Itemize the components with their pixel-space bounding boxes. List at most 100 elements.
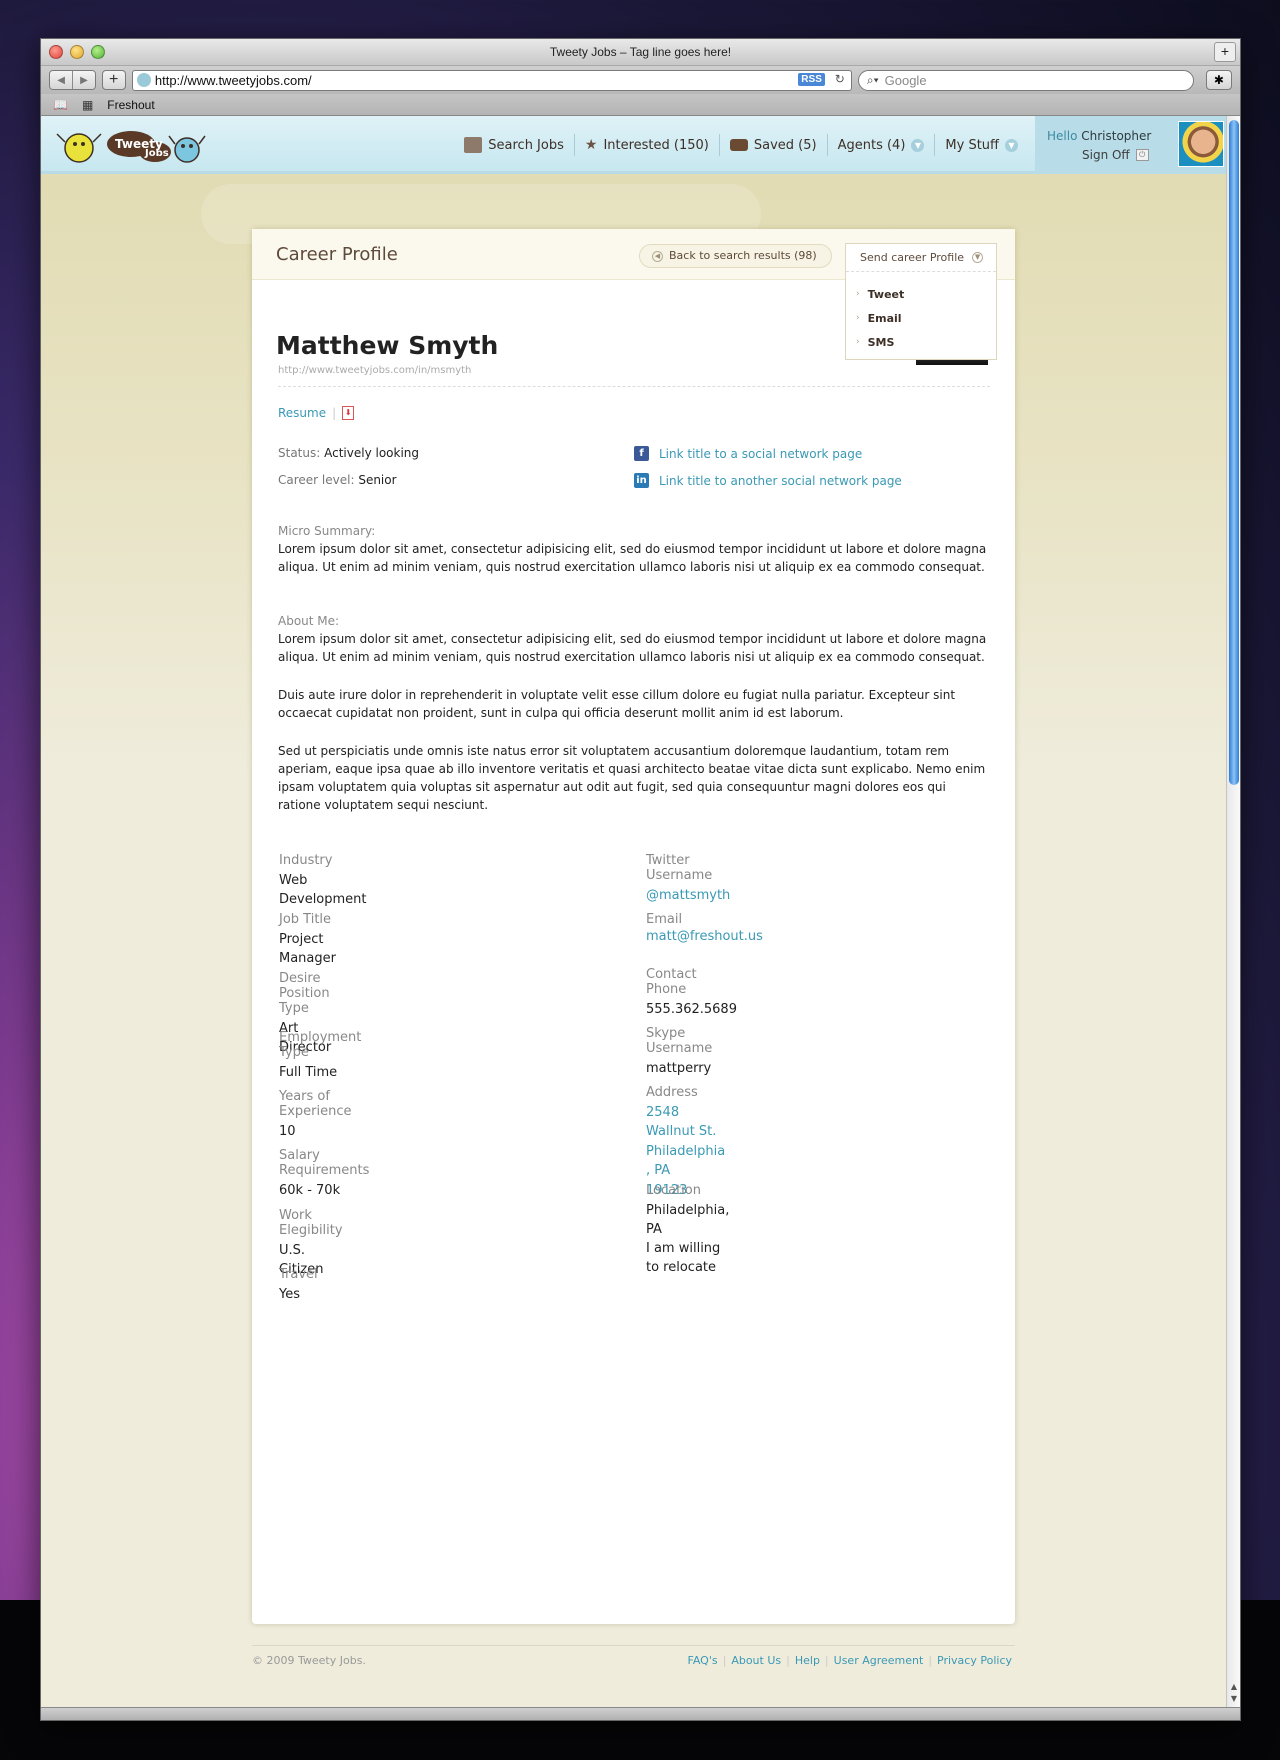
send-option-tweet[interactable]: › Tweet [856,282,996,306]
about-paragraph: Sed ut perspiciatis unde omnis iste natu… [278,744,986,812]
rss-button[interactable]: RSS [798,72,825,86]
about-paragraph: Duis aute irure dolor in reprehenderit i… [278,688,956,720]
field-label: Job Title [279,912,332,927]
grid-icon[interactable]: ▦ [82,98,93,112]
nav-saved[interactable]: Saved (5) [720,134,828,156]
separator: | [722,1654,727,1667]
nav-interested[interactable]: ★ Interested (150) [575,134,720,156]
footer-link-faq[interactable]: FAQ's [688,1654,718,1667]
close-window-button[interactable] [49,45,63,59]
zoom-window-button[interactable] [91,45,105,59]
send-option-label: SMS [867,335,895,349]
status-bar [41,1707,1240,1720]
status-row: Status: Actively looking [278,446,419,460]
field-value: Full Time [279,1065,338,1080]
star-icon: ★ [584,137,598,153]
social-link-2[interactable]: in Link title to another social network … [634,473,902,488]
scrollbar-thumb[interactable] [1229,120,1239,785]
send-profile-button[interactable]: Send career Profile ▼ [846,244,996,272]
field-label: Email [646,912,683,927]
chevron-right-icon: › [856,337,860,347]
back-arrow-icon[interactable]: ◀ [50,71,73,89]
field-label: Skype Username [646,1026,713,1056]
footer-link-help[interactable]: Help [795,1654,820,1667]
twitter-link[interactable]: @mattsmyth [646,886,730,905]
separator: | [786,1654,790,1667]
bug-report-button[interactable]: ✱ [1205,70,1232,90]
main-nav: Search Jobs ★ Interested (150) Saved (5)… [454,116,1028,174]
footer-link-agreement[interactable]: User Agreement [834,1654,924,1667]
field-label: Industry [279,853,333,868]
address-bar[interactable]: http://www.tweetyjobs.com/ RSS ↻ [131,69,852,91]
reload-icon[interactable]: ↻ [835,72,845,86]
window-title: Tweety Jobs – Tag line goes here! [549,45,732,59]
address-line-2[interactable]: Philadelphia , PA [646,1142,725,1180]
footer-link-about[interactable]: About Us [731,1654,781,1667]
greeting-hello: Hello [1047,129,1078,143]
book-icon[interactable]: 📖 [53,98,68,112]
minimize-window-button[interactable] [70,45,84,59]
chevron-right-icon: › [856,289,860,299]
career-level-row: Career level: Senior [278,473,397,487]
send-option-email[interactable]: › Email [856,306,996,330]
send-option-sms[interactable]: › SMS [856,330,996,354]
vertical-scrollbar[interactable]: ▲ ▼ [1226,116,1240,1709]
nav-label: Saved (5) [753,137,817,153]
field-label: Location [646,1183,701,1198]
pdf-icon[interactable]: ⬇ [342,406,355,420]
send-options: › Tweet › Email › SMS [846,272,996,354]
tweety-jobs-logo[interactable]: Tweety Jobs [51,122,211,170]
nav-label: Interested (150) [603,137,709,153]
new-tab-button[interactable]: + [1214,42,1236,62]
profile-name: Matthew Smyth [276,331,499,360]
avatar[interactable] [1178,121,1224,167]
separator: | [332,406,337,420]
career-profile-card: Career Profile ◀ Back to search results … [252,229,1015,1624]
email-link[interactable]: matt@freshout.us [646,927,763,946]
field-label: Salary Requirements [279,1148,370,1178]
resume-link[interactable]: Resume [278,406,326,420]
chevron-down-icon[interactable]: ▼ [911,138,925,152]
copyright: © 2009 Tweety Jobs. [252,1654,366,1667]
micro-summary-label: Micro Summary: [278,524,376,538]
separator: | [928,1654,933,1667]
career-level-label: Career level: [278,473,355,487]
footer-link-privacy[interactable]: Privacy Policy [937,1654,1012,1667]
scroll-arrows[interactable]: ▲ ▼ [1227,1681,1240,1705]
site-favicon-icon [136,73,151,87]
user-name[interactable]: Christopher [1081,129,1151,143]
back-to-results-button[interactable]: ◀ Back to search results (98) [639,244,832,268]
bag-icon [729,139,748,151]
field-industry: Industry Web Development [279,853,367,909]
sign-off-label: Sign Off [1082,148,1130,162]
chevron-down-icon[interactable]: ▼ [1005,138,1018,152]
add-bookmark-button[interactable]: + [101,70,126,90]
address-line-1[interactable]: 2548 Wallnut St. [646,1103,725,1141]
field-location: Location Philadelphia, PA I am willing t… [646,1183,729,1277]
browser-toolbar: ◀ ▶ + http://www.tweetyjobs.com/ RSS ↻ ⌕… [41,66,1240,94]
career-level-value: Senior [358,473,397,487]
chevron-left-icon: ◀ [652,250,663,262]
search-input[interactable]: ⌕▾ Google [857,69,1194,91]
nav-search-jobs[interactable]: Search Jobs [454,134,575,156]
field-label: Travel [279,1267,318,1282]
site-header: Tweety Jobs Search Jobs ★ Interested (15… [41,116,1240,174]
chevron-right-icon: › [856,313,860,323]
divider [278,386,990,387]
field-value: 555.362.5689 [646,1002,737,1017]
url-text: http://www.tweetyjobs.com/ [154,72,312,88]
footer: © 2009 Tweety Jobs. FAQ's | About Us | H… [252,1645,1015,1667]
chevron-down-icon: ▼ [972,252,984,263]
forward-arrow-icon[interactable]: ▶ [72,71,95,89]
social-link-1[interactable]: f Link title to a social network page [634,446,862,461]
field-label: Employment Type [279,1030,362,1060]
nav-agents[interactable]: Agents (4) ▼ [828,134,936,156]
nav-label: Agents (4) [837,137,906,153]
sign-off-link[interactable]: Sign Off ⏻ [1082,148,1149,162]
field-value: 60k - 70k [279,1183,341,1198]
nav-my-stuff[interactable]: My Stuff ▼ [935,134,1028,156]
greeting: Hello Christopher [1047,129,1151,143]
field-job-title: Job Title Project Manager [279,912,336,968]
profile-url[interactable]: http://www.tweetyjobs.com/in/msmyth [278,365,471,376]
bookmark-freshout[interactable]: Freshout [107,98,154,112]
